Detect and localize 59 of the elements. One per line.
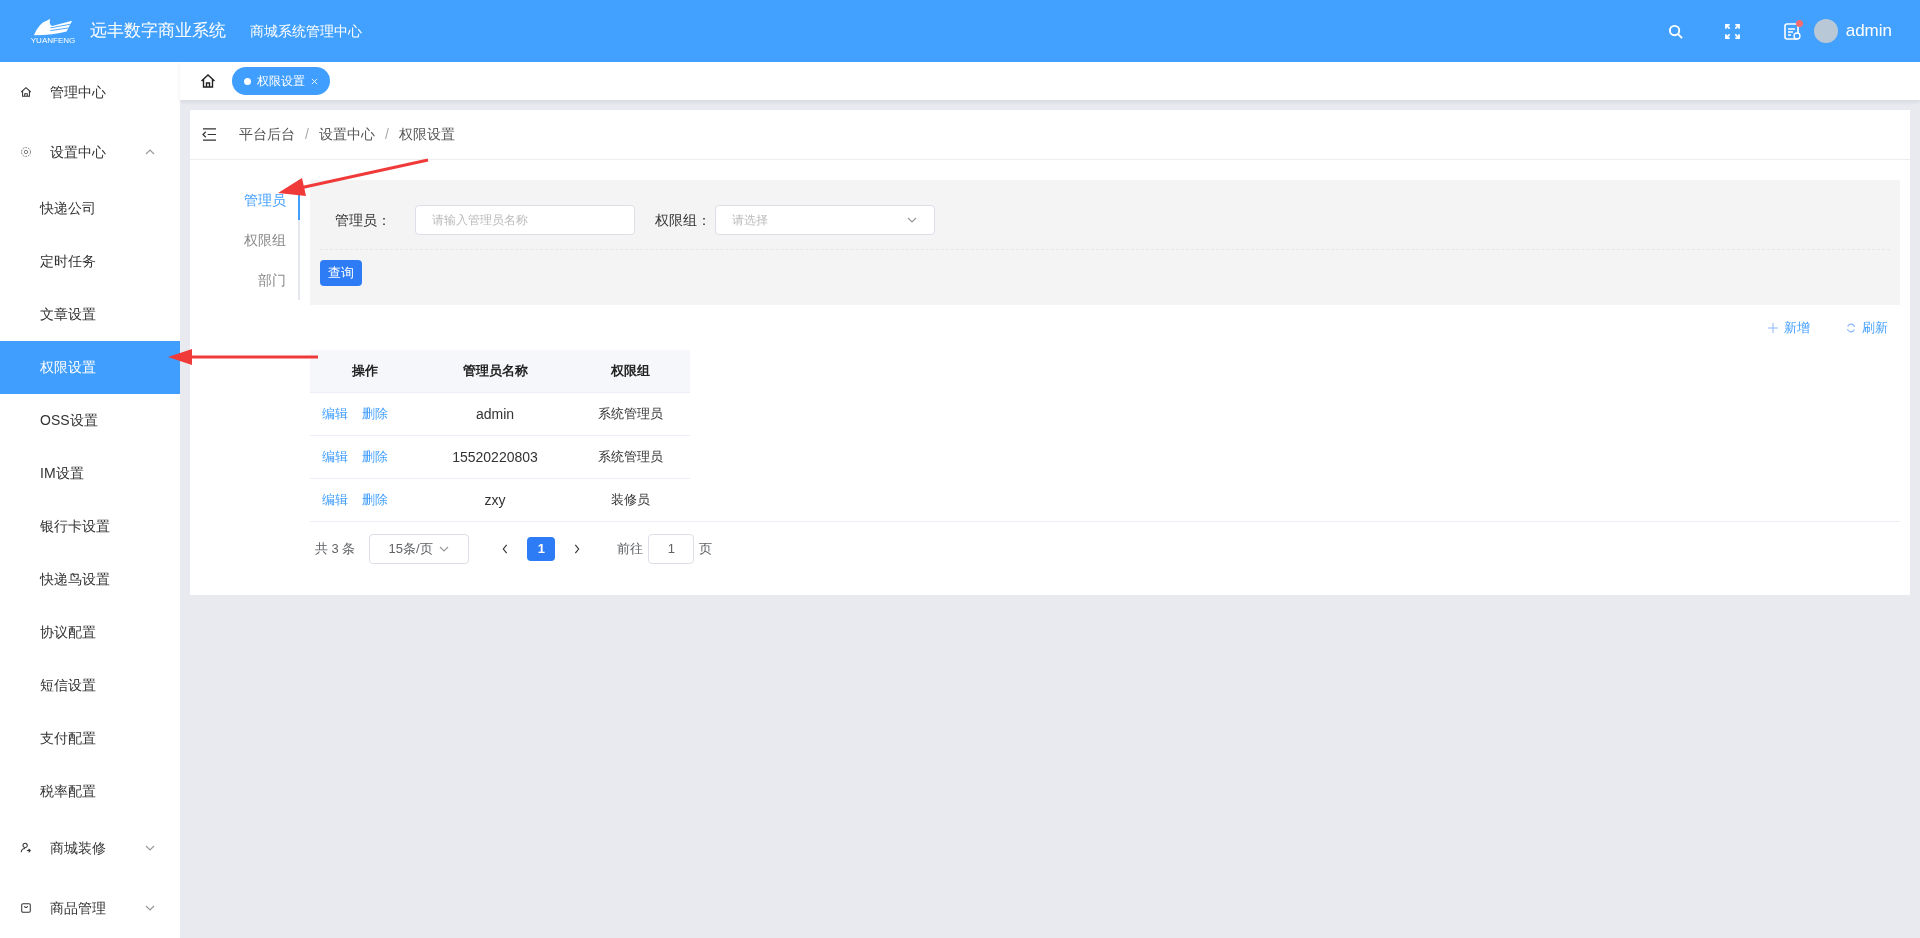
menu-item[interactable]: 税率配置 [0,765,180,818]
field-label: 管理员： [334,210,392,230]
table-cell-text: 15520220803 [452,447,538,467]
collapse-menu-icon[interactable] [202,128,217,141]
table-cell-text: 系统管理员 [597,448,663,467]
breadcrumb-separator: / [305,125,309,144]
menu-item[interactable]: 协议配置 [0,606,180,659]
column-header: 操作 [351,362,379,381]
page-number[interactable]: 1 [527,536,556,561]
breadcrumb-item[interactable]: 平台后台 [239,124,295,145]
avatar[interactable] [1813,19,1838,43]
table-cell-text: 装修员 [610,491,650,510]
total-count: 共 3 条 [315,539,356,558]
menu-item[interactable]: 设置中心 [0,122,180,182]
query-button[interactable]: 查询 [320,260,362,286]
logo-text: YUANFENG [30,37,76,45]
menu-item[interactable]: 管理中心 [0,62,180,122]
name-input[interactable]: 请输入管理员名称 [415,205,635,235]
menu-item[interactable]: 快递公司 [0,182,180,235]
menu-item[interactable]: 银行卡设置 [0,500,180,553]
menu-item[interactable]: 短信设置 [0,659,180,712]
table-cell-text: 系统管理员 [597,405,663,424]
vertical-tab[interactable]: 部门 [258,260,300,300]
fullscreen-icon[interactable] [1724,23,1740,39]
system-title: 商城系统管理中心 [250,21,362,41]
table-cell-text: admin [475,404,515,424]
person-icon [20,842,32,854]
home-icon [20,86,32,98]
vertical-tab[interactable]: 权限组 [244,220,300,260]
menu-item[interactable]: 文章设置 [0,288,180,341]
next-page-icon[interactable] [573,543,582,554]
menu-item[interactable]: OSS设置 [0,394,180,447]
menu-item[interactable]: 支付配置 [0,712,180,765]
bag-icon [20,902,32,914]
menu-item[interactable]: IM设置 [0,447,180,500]
plus-icon [1768,322,1778,333]
column-header: 管理员名称 [461,362,529,381]
menu-item[interactable]: 快递鸟设置 [0,553,180,606]
brand-name: 远丰数字商业系统 [90,20,226,43]
menu-item[interactable]: 定时任务 [0,235,180,288]
home-icon[interactable] [200,73,216,89]
refresh-icon [1846,322,1856,333]
column-header: 权限组 [609,362,651,381]
breadcrumb-item: 权限设置 [398,125,455,144]
menu-item[interactable]: 商品管理 [0,878,180,938]
field-label: 权限组： [654,210,712,230]
breadcrumb-separator: / [384,125,389,144]
table-cell-text: zxy [484,490,506,510]
close-icon[interactable] [311,77,318,85]
goto-page-input[interactable]: 1 [648,533,695,564]
menu-item[interactable]: 商城装修 [0,818,180,878]
goto-suffix: 页 [699,539,713,558]
goto-label: 前往 [617,539,644,558]
search-icon[interactable] [1667,23,1683,39]
clipboard-icon[interactable] [1781,21,1802,41]
gear-icon [20,146,32,158]
page-size-select[interactable]: 15条/页 [369,533,470,564]
breadcrumb-item[interactable]: 设置中心 [318,124,375,145]
previous-page-icon[interactable] [501,543,510,554]
